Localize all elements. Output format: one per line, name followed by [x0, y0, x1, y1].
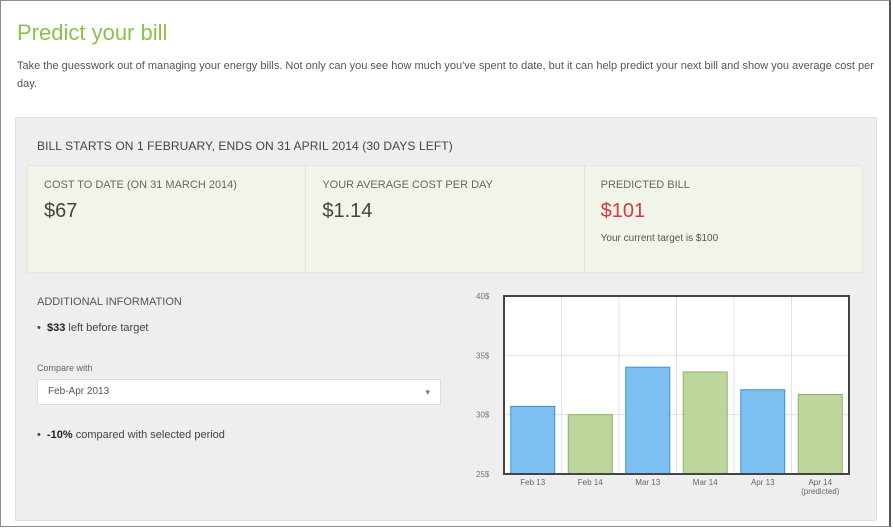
chart-x-tick-label: Mar 14 [693, 478, 718, 487]
chevron-down-icon: ▾ [425, 387, 430, 397]
chart-x-tick-sublabel: (predicted) [801, 487, 840, 496]
chart-x-tick-label: Feb 14 [578, 478, 603, 487]
bullet-dot: • [37, 322, 47, 334]
stat-label: COST TO DATE (ON 31 MARCH 2014) [44, 179, 237, 191]
chart-bar [797, 393, 843, 475]
compared-with-period: • -10% compared with selected period [37, 429, 225, 441]
chart-y-tick-label: 35$ [476, 351, 490, 360]
page-title: Predict your bill [17, 20, 168, 45]
bullet-dot: • [37, 429, 47, 441]
left-amount: $33 [46, 322, 66, 334]
bill-period-header: BILL STARTS ON 1 FEBRUARY, ENDS ON 31 AP… [37, 139, 453, 153]
chart-x-tick-label: Apr 14 [808, 478, 832, 487]
stats-row: COST TO DATE (ON 31 MARCH 2014) $67 YOUR… [27, 165, 863, 273]
bill-comparison-chart: 25$ 30$ 35$ 40$ Feb 13 Feb 14 Mar 13 Mar 14 Apr … [456, 283, 856, 513]
stat-value: $1.14 [322, 200, 373, 222]
chart-bar [682, 371, 728, 475]
chart-y-tick-label: 30$ [476, 411, 490, 420]
chart-bar [510, 405, 556, 475]
chart-bar [740, 389, 786, 475]
bill-panel: BILL STARTS ON 1 FEBRUARY, ENDS ON 31 AP… [15, 117, 877, 521]
additional-info-heading: ADDITIONAL INFORMATION [37, 296, 182, 308]
stat-cost-to-date: COST TO DATE (ON 31 MARCH 2014) $67 [28, 166, 307, 272]
stat-value: $101 [600, 200, 646, 222]
diff-amount: -10% [46, 429, 73, 441]
stat-label: PREDICTED BILL [600, 179, 690, 191]
chart-x-tick-label: Feb 13 [520, 478, 545, 487]
chart-y-tick-label: 25$ [476, 470, 490, 479]
left-text: left before target [65, 322, 149, 334]
compare-selected-value: Feb-Apr 2013 [48, 386, 110, 397]
chart-bar [625, 366, 671, 475]
target-note: Your current target is $100 [600, 233, 719, 244]
chart-bar [567, 414, 613, 475]
diff-text: compared with selected period [72, 429, 225, 441]
stat-predicted-bill: PREDICTED BILL $101 Your current target … [585, 166, 862, 272]
chart-y-tick-label: 40$ [476, 292, 490, 301]
compare-select[interactable]: Feb-Apr 2013 ▾ [37, 379, 441, 405]
stat-label: YOUR AVERAGE COST PER DAY [322, 179, 493, 191]
stat-average-cost: YOUR AVERAGE COST PER DAY $1.14 [306, 166, 585, 272]
compare-label: Compare with [37, 363, 93, 373]
left-before-target: • $33 left before target [37, 322, 149, 334]
intro-text: Take the guesswork out of managing your … [17, 60, 874, 90]
chart-x-tick-label: Mar 13 [635, 478, 660, 487]
chart-x-tick-label: Apr 13 [751, 478, 775, 487]
chart-svg: 25$ 30$ 35$ 40$ Feb 13 Feb 14 Mar 13 Mar 14 Apr … [476, 292, 850, 496]
stat-value: $67 [44, 200, 78, 222]
